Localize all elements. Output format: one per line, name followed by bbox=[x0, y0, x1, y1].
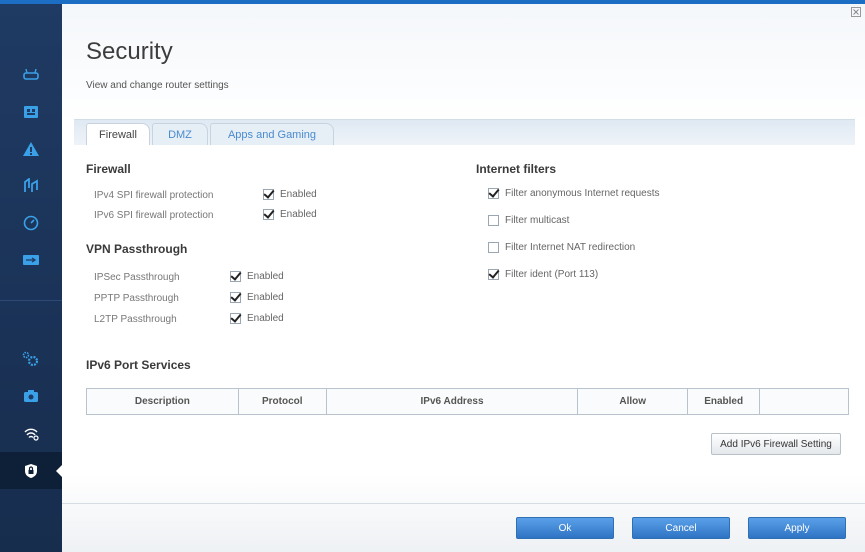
checkbox-checked[interactable] bbox=[263, 209, 274, 220]
l2tp-passthrough-checkbox[interactable]: Enabled bbox=[230, 313, 284, 324]
sidebar-item-connectivity[interactable] bbox=[0, 340, 62, 377]
checkbox-checked[interactable] bbox=[488, 269, 499, 280]
close-icon[interactable] bbox=[851, 7, 861, 17]
tab-apps-and-gaming[interactable]: Apps and Gaming bbox=[210, 123, 334, 145]
checkbox-checked[interactable] bbox=[230, 292, 241, 303]
ipv4-spi-checkbox[interactable]: Enabled bbox=[263, 189, 317, 200]
enabled-label: Enabled bbox=[280, 189, 317, 200]
cancel-button[interactable]: Cancel bbox=[632, 517, 730, 539]
footer-divider bbox=[62, 503, 865, 504]
ipv4-spi-label: IPv4 SPI firewall protection bbox=[94, 190, 214, 201]
wireless-icon bbox=[24, 428, 39, 441]
router-icon bbox=[23, 68, 39, 80]
checkbox-checked[interactable] bbox=[230, 313, 241, 324]
pptp-passthrough-checkbox[interactable]: Enabled bbox=[230, 292, 284, 303]
filter-ident-checkbox[interactable]: Filter ident (Port 113) bbox=[488, 269, 598, 280]
sidebar-item-device-list[interactable] bbox=[0, 93, 62, 130]
checkbox-unchecked[interactable] bbox=[488, 242, 499, 253]
apply-button[interactable]: Apply bbox=[748, 517, 846, 539]
column-allow: Allow bbox=[577, 388, 689, 415]
pptp-passthrough-label: PPTP Passthrough bbox=[94, 293, 179, 304]
security-icon bbox=[25, 463, 37, 478]
speed-test-icon bbox=[23, 215, 39, 230]
external-storage-icon bbox=[23, 254, 39, 265]
ipsec-passthrough-label: IPSec Passthrough bbox=[94, 272, 180, 283]
sidebar-item-router[interactable] bbox=[0, 56, 62, 93]
device-list-icon bbox=[24, 105, 38, 118]
filter-multicast-checkbox[interactable]: Filter multicast bbox=[488, 215, 569, 226]
table-header-row: Description Protocol IPv6 Address Allow … bbox=[86, 388, 849, 415]
column-protocol: Protocol bbox=[237, 388, 327, 415]
checkbox-checked[interactable] bbox=[263, 189, 274, 200]
media-prioritization-icon bbox=[24, 177, 38, 192]
filter-nat-redirection-label: Filter Internet NAT redirection bbox=[505, 242, 636, 253]
sidebar bbox=[0, 4, 63, 552]
connectivity-icon bbox=[22, 351, 39, 366]
column-enabled: Enabled bbox=[687, 388, 761, 415]
page-subtitle: View and change router settings bbox=[86, 80, 229, 91]
checkbox-checked[interactable] bbox=[230, 271, 241, 282]
filter-multicast-label: Filter multicast bbox=[505, 215, 570, 226]
sidebar-item-external-storage[interactable] bbox=[0, 241, 62, 278]
sidebar-item-security[interactable] bbox=[0, 452, 63, 489]
sidebar-item-speed-test[interactable] bbox=[0, 204, 62, 241]
ipv6-spi-checkbox[interactable]: Enabled bbox=[263, 209, 317, 220]
sidebar-item-troubleshoot-camera[interactable] bbox=[0, 377, 62, 414]
troubleshooting-icon bbox=[23, 141, 39, 156]
tab-dmz[interactable]: DMZ bbox=[152, 123, 208, 145]
enabled-label: Enabled bbox=[280, 209, 317, 220]
ipv6-port-services-heading: IPv6 Port Services bbox=[86, 358, 191, 372]
filter-anonymous-requests-label: Filter anonymous Internet requests bbox=[505, 188, 660, 199]
column-description: Description bbox=[86, 388, 239, 415]
sidebar-item-media-prioritization[interactable] bbox=[0, 167, 62, 204]
enabled-label: Enabled bbox=[247, 292, 284, 303]
tab-firewall[interactable]: Firewall bbox=[86, 123, 150, 145]
filter-ident-label: Filter ident (Port 113) bbox=[505, 269, 599, 280]
column-ipv6-address: IPv6 Address bbox=[325, 388, 579, 415]
troubleshoot-camera-icon bbox=[24, 389, 38, 402]
column-actions bbox=[759, 388, 849, 415]
enabled-label: Enabled bbox=[247, 271, 284, 282]
main-panel: Security View and change router settings… bbox=[62, 4, 865, 552]
filter-nat-redirection-checkbox[interactable]: Filter Internet NAT redirection bbox=[488, 242, 635, 253]
internet-filters-heading: Internet filters bbox=[476, 162, 557, 176]
firewall-heading: Firewall bbox=[86, 162, 131, 176]
sidebar-item-troubleshooting[interactable] bbox=[0, 130, 62, 167]
checkbox-unchecked[interactable] bbox=[488, 215, 499, 226]
ipsec-passthrough-checkbox[interactable]: Enabled bbox=[230, 271, 284, 282]
filter-anonymous-requests-checkbox[interactable]: Filter anonymous Internet requests bbox=[488, 188, 660, 199]
vpn-passthrough-heading: VPN Passthrough bbox=[86, 242, 188, 256]
sidebar-divider bbox=[0, 300, 62, 301]
ipv6-spi-label: IPv6 SPI firewall protection bbox=[94, 210, 214, 221]
l2tp-passthrough-label: L2TP Passthrough bbox=[94, 314, 177, 325]
ok-button[interactable]: Ok bbox=[516, 517, 614, 539]
sidebar-item-wireless[interactable] bbox=[0, 414, 62, 451]
ipv6-port-services-table: Description Protocol IPv6 Address Allow … bbox=[86, 388, 849, 415]
checkbox-checked[interactable] bbox=[488, 188, 499, 199]
add-ipv6-firewall-setting-button[interactable]: Add IPv6 Firewall Setting bbox=[711, 433, 841, 455]
enabled-label: Enabled bbox=[247, 313, 284, 324]
page-title: Security bbox=[86, 38, 173, 65]
